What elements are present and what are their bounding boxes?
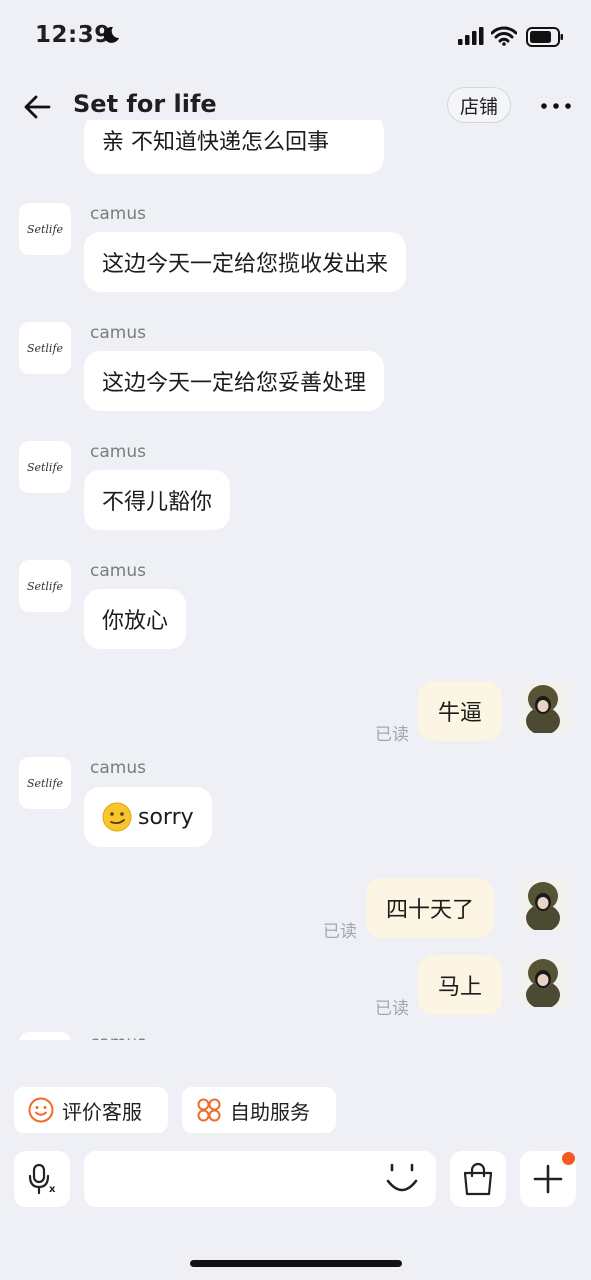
message-bubble[interactable]: 你放心 <box>84 589 187 649</box>
home-indicator[interactable] <box>190 1260 402 1267</box>
message-text: 这边今天一定给您揽收发出来 <box>102 252 389 277</box>
chat-title: Set for life <box>73 90 217 118</box>
shop-avatar[interactable]: Setlife <box>19 441 71 493</box>
microphone-translate-icon: x <box>28 1163 56 1195</box>
rate-service-button[interactable]: 评价客服 <box>14 1087 168 1133</box>
user-avatar[interactable] <box>519 955 571 1007</box>
message-text: 牛逼 <box>438 701 483 726</box>
emoji-icon[interactable] <box>384 1161 420 1197</box>
shopping-bag-icon <box>463 1162 493 1196</box>
message-input[interactable] <box>84 1151 436 1207</box>
message-text: sorry <box>138 804 194 830</box>
message-text: 这边今天一定给您妥善处理 <box>102 371 367 396</box>
avatar-logo: Setlife <box>26 776 64 790</box>
message-text: 四十天了 <box>386 898 475 923</box>
avatar-logo: Setlife <box>26 460 64 474</box>
avatar-logo: Setlife <box>26 222 64 236</box>
self-service-label: 自助服务 <box>230 1099 310 1124</box>
outgoing-bubble[interactable]: 四十天了 <box>366 878 495 938</box>
message-text: 马上 <box>438 975 483 1000</box>
shop-avatar[interactable]: Setlife <box>19 560 71 612</box>
shop-avatar[interactable]: Setlife <box>19 322 71 374</box>
battery-icon <box>526 27 563 47</box>
message-text: 不得儿豁你 <box>102 490 213 515</box>
more-icon[interactable] <box>541 103 571 109</box>
smile-icon <box>28 1097 54 1123</box>
message-bubble[interactable]: 这边今天一定给您妥善处理 <box>84 351 385 411</box>
notification-dot <box>562 1152 575 1165</box>
avatar-logo: Setlife <box>26 579 64 593</box>
user-avatar-image <box>519 955 571 1007</box>
avatar-logo: Setlife <box>26 341 64 355</box>
message-list[interactable]: 亲 不知道快递怎么回事 Setlife camus 这边今天一定给您揽收发出来 … <box>0 120 591 1040</box>
smirk-emoji-icon <box>102 802 132 832</box>
message-text: 你放心 <box>102 609 169 634</box>
cart-button[interactable] <box>450 1151 506 1207</box>
sender-name: camus <box>90 758 146 778</box>
voice-input-button[interactable]: x <box>14 1151 70 1207</box>
outgoing-bubble[interactable]: 马上 <box>418 955 503 1015</box>
status-time: 12:39 <box>35 22 111 48</box>
read-receipt: 已读 <box>375 725 409 745</box>
self-service-button[interactable]: 自助服务 <box>182 1087 336 1133</box>
shop-avatar[interactable]: Setlife <box>19 203 71 255</box>
sender-name: camus <box>90 561 146 581</box>
shop-avatar[interactable]: Setlife <box>19 1032 71 1040</box>
message-bubble-partial: 亲 不知道快递怎么回事 <box>84 120 384 174</box>
user-avatar-image <box>519 681 571 733</box>
outgoing-bubble[interactable]: 牛逼 <box>418 681 503 741</box>
rate-service-label: 评价客服 <box>62 1099 142 1124</box>
sender-name: camus <box>90 1033 146 1040</box>
shop-avatar[interactable]: Setlife <box>19 757 71 809</box>
read-receipt: 已读 <box>323 922 357 942</box>
svg-text:x: x <box>49 1184 56 1195</box>
message-bubble[interactable]: 不得儿豁你 <box>84 470 231 530</box>
user-avatar[interactable] <box>519 878 571 930</box>
grid-icon <box>197 1098 221 1122</box>
user-avatar[interactable] <box>519 681 571 733</box>
read-receipt: 已读 <box>375 999 409 1019</box>
message-text: 亲 不知道快递怎么回事 <box>102 130 329 155</box>
message-bubble[interactable]: sorry <box>84 787 212 847</box>
sender-name: camus <box>90 323 146 343</box>
signal-icon <box>458 27 484 45</box>
moon-icon <box>103 26 119 43</box>
back-arrow-icon[interactable] <box>22 92 52 122</box>
shop-button[interactable]: 店铺 <box>447 87 511 123</box>
sender-name: camus <box>90 442 146 462</box>
sender-name: camus <box>90 204 146 224</box>
wifi-icon <box>491 26 517 46</box>
user-avatar-image <box>519 878 571 930</box>
plus-icon <box>533 1164 563 1194</box>
message-bubble[interactable]: 这边今天一定给您揽收发出来 <box>84 232 407 292</box>
